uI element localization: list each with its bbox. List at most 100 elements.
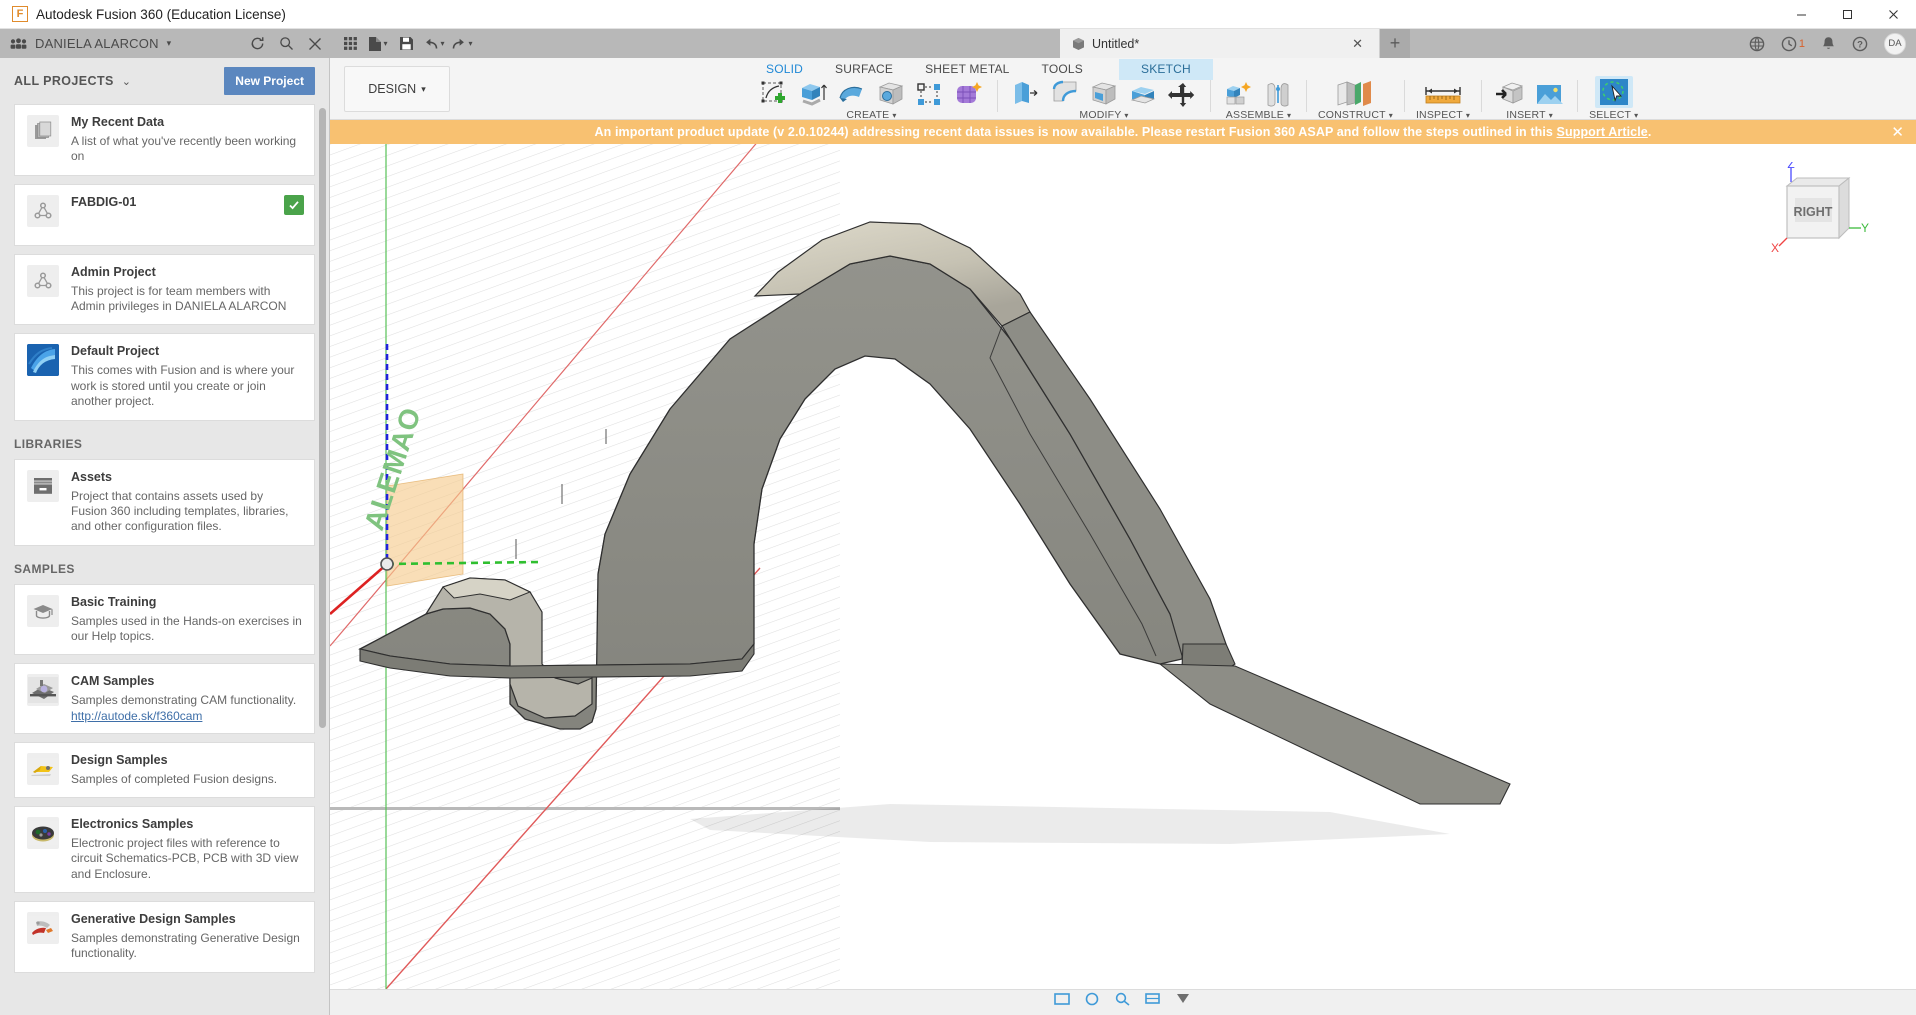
panel-insert: INSERT ▾ — [1486, 78, 1573, 121]
design-part-icon — [27, 752, 59, 785]
pcb-icon — [27, 817, 59, 850]
chevron-down-icon: ▾ — [468, 39, 473, 48]
banner-close-icon[interactable]: ✕ — [1891, 123, 1904, 141]
chevron-down-icon: ▾ — [1388, 110, 1393, 120]
create-sketch-icon[interactable] — [757, 78, 791, 108]
globe-icon[interactable] — [1749, 36, 1765, 52]
libraries-section-label: LIBRARIES — [14, 436, 83, 451]
undo-icon[interactable]: ▾ — [420, 30, 448, 57]
window-title: Autodesk Fusion 360 (Education License) — [36, 6, 286, 22]
list-item[interactable]: Design Samples Samples of completed Fusi… — [14, 741, 315, 799]
press-pull-icon[interactable] — [1009, 78, 1043, 108]
hub-selector[interactable]: DANIELA ALARCON ▾ — [0, 29, 330, 58]
move-copy-icon[interactable] — [1165, 78, 1199, 108]
document-tab-close-icon[interactable]: ✕ — [1346, 36, 1369, 52]
orbit-icon[interactable] — [1054, 992, 1072, 1011]
chevron-down-icon: ▾ — [1124, 110, 1129, 120]
panel-assemble: ASSEMBLE ▾ — [1215, 78, 1302, 121]
job-status-icon[interactable]: 1 — [1781, 36, 1805, 52]
panel-modify: MODIFY ▾ — [1002, 78, 1206, 121]
tab-sketch[interactable]: SKETCH — [1119, 59, 1213, 80]
view-cube[interactable]: RIGHT Z Y X — [1761, 157, 1871, 262]
axis-z-label: Z — [1787, 162, 1794, 171]
3d-viewport[interactable]: ALEMAO RIGHT Z Y X — [330, 144, 1916, 989]
workspace-switcher[interactable]: DESIGN ▾ — [344, 66, 450, 112]
redo-icon[interactable]: ▾ — [448, 30, 476, 57]
axis-y-label: Y — [1861, 221, 1869, 235]
support-article-link[interactable]: Support Article — [1557, 125, 1648, 139]
document-cube-icon — [1073, 37, 1084, 50]
save-icon[interactable] — [392, 30, 420, 57]
minimize-button[interactable] — [1778, 0, 1824, 29]
help-icon[interactable]: ? — [1852, 36, 1868, 52]
search-icon[interactable] — [279, 36, 294, 51]
data-panel-scrollbar[interactable] — [319, 108, 326, 728]
list-item[interactable]: My Recent Data A list of what you've rec… — [14, 104, 315, 176]
ribbon-panels: CREATE ▾ MODIFY ▾ ASSEMBLE ▾ CONSTRUCT ▾… — [750, 76, 1916, 121]
list-item[interactable]: Admin Project This project is for team m… — [14, 253, 315, 326]
chevron-down-icon: ▾ — [1548, 110, 1553, 120]
chevron-down-icon: ▾ — [440, 39, 445, 48]
list-item[interactable]: FABDIG-01 — [14, 183, 315, 246]
hole-icon[interactable] — [874, 78, 908, 108]
bell-icon[interactable] — [1821, 36, 1836, 52]
new-document-tab-button[interactable]: + — [1380, 29, 1410, 58]
viewcube-face-label: RIGHT — [1794, 205, 1833, 219]
cam-samples-link[interactable]: http://autode.sk/f360cam — [71, 709, 302, 723]
list-item-title: Generative Design Samples — [71, 912, 236, 927]
revolve-icon[interactable] — [835, 78, 869, 108]
navigation-bar — [330, 989, 1916, 1015]
zoom-icon[interactable] — [1114, 992, 1132, 1011]
select-lasso-icon[interactable] — [1594, 76, 1633, 108]
grid-icon[interactable] — [336, 30, 364, 57]
list-item[interactable]: Generative Design Samples Samples demons… — [14, 901, 315, 973]
list-item[interactable]: Basic Training Samples used in the Hands… — [14, 583, 315, 656]
joint-icon[interactable] — [1261, 78, 1295, 108]
pattern-icon[interactable] — [913, 78, 947, 108]
list-item-desc: Samples of completed Fusion designs. — [71, 771, 278, 786]
refresh-icon[interactable] — [250, 36, 265, 51]
list-item-title: Assets — [71, 469, 112, 484]
list-item[interactable]: Assets Project that contains assets used… — [14, 458, 315, 546]
chevron-down-icon: ▾ — [892, 110, 897, 120]
offset-plane-icon[interactable] — [1328, 78, 1382, 108]
banner-text-after: . — [1647, 125, 1652, 139]
insert-image-icon[interactable] — [1532, 78, 1566, 108]
new-file-icon[interactable]: ▾ — [364, 30, 392, 57]
document-tabs: Untitled* ✕ + — [1060, 29, 1410, 58]
grid-snap-icon[interactable] — [1174, 992, 1192, 1011]
document-tab-untitled[interactable]: Untitled* ✕ — [1060, 29, 1380, 58]
list-item[interactable]: Default Project This comes with Fusion a… — [14, 333, 315, 421]
tab-sheet-metal[interactable]: SHEET METAL — [909, 59, 1025, 80]
list-item-title: Admin Project — [71, 264, 156, 279]
extrude-icon[interactable] — [796, 78, 830, 108]
pan-icon[interactable] — [1084, 992, 1102, 1011]
tab-solid[interactable]: SOLID — [750, 59, 819, 80]
combine-icon[interactable] — [1126, 78, 1160, 108]
chevron-down-icon: ▾ — [1287, 110, 1292, 120]
fillet-icon[interactable] — [1048, 78, 1082, 108]
form-icon[interactable] — [952, 78, 986, 108]
list-item-title: Default Project — [71, 344, 160, 359]
appbar-right-tools: 1 ? DA — [1749, 29, 1906, 58]
tab-surface[interactable]: SURFACE — [819, 59, 909, 80]
user-avatar[interactable]: DA — [1884, 32, 1906, 55]
chevron-down-icon: ▾ — [421, 83, 426, 94]
measure-icon[interactable] — [1420, 78, 1466, 108]
display-settings-icon[interactable] — [1144, 992, 1162, 1011]
window-controls — [1778, 0, 1916, 29]
shell-icon[interactable] — [1087, 78, 1121, 108]
new-component-icon[interactable] — [1222, 78, 1256, 108]
tab-tools[interactable]: TOOLS — [1026, 59, 1099, 80]
list-item[interactable]: CAM Samples Samples demonstrating CAM fu… — [14, 663, 315, 734]
chevron-down-icon: ▾ — [166, 38, 172, 48]
new-project-button[interactable]: New Project — [224, 67, 315, 95]
data-panel-list[interactable]: My Recent Data A list of what you've rec… — [0, 104, 329, 1015]
list-item[interactable]: Electronics Samples Electronic project f… — [14, 806, 315, 894]
close-button[interactable] — [1870, 0, 1916, 29]
chevron-down-icon[interactable]: ⌄ — [122, 75, 131, 88]
close-panel-icon[interactable] — [308, 37, 322, 51]
insert-derive-icon[interactable] — [1493, 78, 1527, 108]
maximize-button[interactable] — [1824, 0, 1870, 29]
hub-name: DANIELA ALARCON — [35, 36, 159, 51]
